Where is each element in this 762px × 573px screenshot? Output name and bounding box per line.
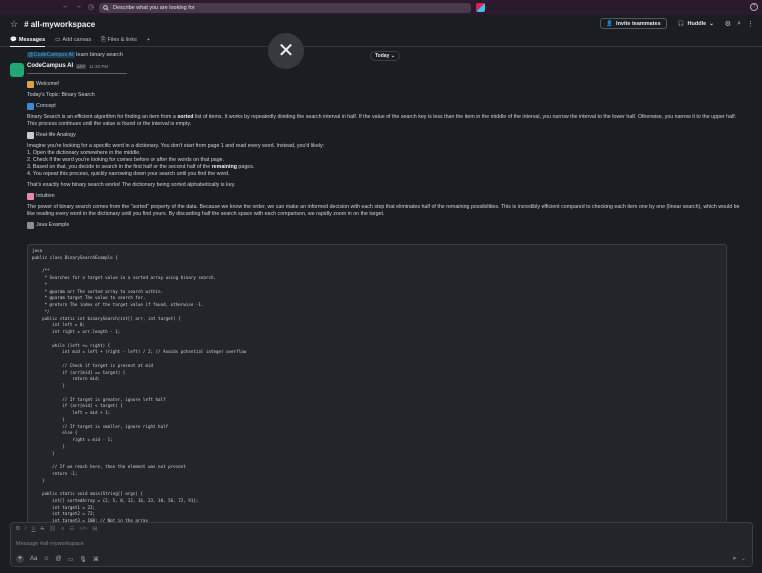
avatar[interactable] [10, 63, 24, 77]
author-name[interactable]: CodeCampus AI [27, 63, 73, 69]
book-icon [27, 103, 34, 110]
mention[interactable]: @CodeCampus AI [27, 52, 75, 58]
channel-title[interactable]: # all-myworkspace [24, 20, 95, 29]
brain-icon [27, 193, 34, 200]
underline-icon[interactable]: U [32, 526, 36, 532]
code-block[interactable]: java public class BinarySearchExample { … [27, 244, 727, 522]
help-icon[interactable]: ? [750, 3, 758, 11]
send-controls: ➤ ⌄ [732, 555, 746, 562]
chevron-down-icon: ⌄ [709, 20, 714, 27]
send-icon[interactable]: ➤ [732, 555, 737, 562]
analogy-outro: That's exactly how binary search works! … [27, 182, 236, 188]
search-channel-icon[interactable]: ⌕ [737, 20, 741, 28]
file-icon: ⎘ [101, 36, 106, 43]
history-icon[interactable]: ◷ [88, 3, 94, 11]
java-heading: Java Example [27, 222, 747, 229]
more-options-icon[interactable]: ⋮ [747, 20, 754, 28]
list-item: 3. Based on that, you decide to search i… [27, 164, 255, 170]
forward-arrow-icon[interactable]: → [75, 3, 82, 11]
code-icon[interactable]: </> [79, 526, 87, 532]
intuition-paragraph: The power of binary search comes from th… [27, 204, 740, 217]
add-tab-button[interactable]: + [147, 34, 150, 47]
shortcuts-icon[interactable]: ⌘ [93, 556, 99, 563]
timestamp[interactable]: 11:30 PM [89, 64, 108, 69]
message-feed[interactable]: @CodeCampus AI learn binary search Today… [0, 47, 762, 522]
add-person-icon: 👤 [606, 20, 614, 27]
history-nav: ← → ◷ [62, 3, 94, 11]
concept-heading: Concept [27, 103, 747, 110]
code-text: java public class BinarySearchExample { … [32, 248, 247, 522]
at-mention-icon[interactable]: @ [55, 556, 61, 562]
microphone-icon[interactable]: 🎙 [79, 556, 87, 563]
message-author-line: CodeCampus AI APP 11:30 PM [27, 63, 108, 69]
text-format-icon[interactable]: Aa [30, 556, 37, 562]
message-body: Welcome! Today's Topic: Binary Search Co… [27, 81, 747, 233]
code-block-icon[interactable]: ▤ [92, 526, 97, 532]
back-arrow-icon[interactable]: ← [62, 3, 69, 11]
video-icon[interactable]: ▭ [68, 556, 74, 563]
search-input[interactable]: Describe what you are looking for [99, 3, 471, 13]
close-icon[interactable]: ✕ [268, 33, 304, 69]
party-icon [27, 81, 34, 88]
italic-icon[interactable]: I [25, 526, 27, 532]
plus-icon[interactable]: + [16, 555, 24, 563]
analogy-heading: Real-life Analogy [27, 132, 747, 139]
headphones-icon: 🎧 [677, 20, 685, 27]
formatting-toolbar: B I U S ⛓ ≡ ☰ </> ▤ [16, 526, 97, 532]
search-placeholder: Describe what you are looking for [113, 5, 195, 11]
bullet-list-icon[interactable]: ☰ [69, 526, 74, 532]
settings-icon[interactable]: ⚙ [725, 20, 731, 28]
plus-icon: + [146, 37, 151, 43]
list-item: 4. You repeat this process, quickly narr… [27, 171, 230, 177]
chevron-down-icon: ⌄ [390, 53, 395, 59]
composer-tools: + Aa ☺ @ ▭ 🎙 ⌘ [16, 555, 99, 563]
message-input[interactable]: Message #all-myworkspace [16, 541, 84, 547]
link-icon[interactable]: ⛓ [49, 526, 56, 532]
search-icon [103, 5, 109, 11]
bulb-icon [27, 132, 34, 139]
tab-files-links[interactable]: ⎘ Files & links [101, 34, 137, 47]
app-icon[interactable] [476, 3, 485, 12]
chat-bubble-icon: 💬 [10, 36, 17, 43]
divider [27, 73, 127, 74]
chevron-down-icon[interactable]: ⌄ [741, 555, 746, 562]
tab-add-canvas[interactable]: ▭ Add canvas [55, 34, 91, 47]
invite-teammates-button[interactable]: 👤 Invite teammates [600, 18, 667, 29]
canvas-icon: ▭ [55, 37, 61, 43]
bold-icon[interactable]: B [16, 526, 20, 532]
laptop-icon [27, 222, 34, 229]
app-badge: APP [76, 63, 87, 69]
message-composer: B I U S ⛓ ≡ ☰ </> ▤ Message #all-myworks… [10, 522, 753, 567]
huddle-button[interactable]: 🎧 Huddle ⌄ [673, 18, 719, 29]
welcome-heading: Welcome! [27, 81, 747, 88]
strikethrough-icon[interactable]: S [41, 526, 45, 532]
star-icon[interactable]: ☆ [10, 19, 18, 30]
intuition-heading: Intuition [27, 193, 747, 200]
date-divider-button[interactable]: Today ⌄ [370, 51, 400, 61]
emoji-icon[interactable]: ☺ [43, 556, 49, 562]
tab-messages[interactable]: 💬 Messages [10, 34, 46, 47]
top-bar: ← → ◷ Describe what you are looking for … [0, 0, 762, 15]
quoted-message: @CodeCampus AI learn binary search [27, 52, 123, 58]
analogy-intro: Imagine you're looking for a specific wo… [27, 143, 325, 149]
channel-tabs: 💬 Messages ▭ Add canvas ⎘ Files & links … [0, 34, 762, 47]
list-item: 1. Open the dictionary somewhere in the … [27, 150, 141, 156]
analogy-steps: 1. Open the dictionary somewhere in the … [27, 150, 747, 178]
ordered-list-icon[interactable]: ≡ [61, 526, 64, 532]
list-item: 2. Check if the word you're looking for … [27, 157, 225, 163]
topic-line: Today's Topic: Binary Search [27, 92, 95, 98]
concept-paragraph: Binary Search is an efficient algorithm … [27, 114, 737, 127]
header-actions: 👤 Invite teammates 🎧 Huddle ⌄ ⚙ ⌕ ⋮ [600, 18, 754, 29]
